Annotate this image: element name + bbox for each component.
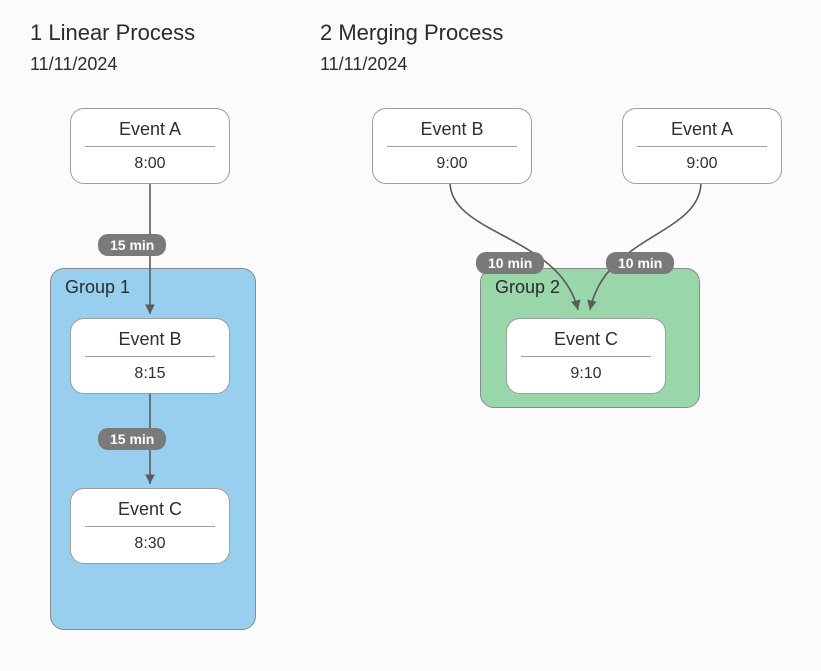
- edge-label-left-ab: 15 min: [98, 234, 166, 256]
- right-date: 11/11/2024: [320, 54, 407, 75]
- left-node-a-name: Event A: [81, 115, 219, 146]
- right-title: 2 Merging Process: [320, 20, 503, 46]
- right-node-c-time: 9:10: [517, 357, 655, 385]
- edge-label-right-bc: 10 min: [476, 252, 544, 274]
- left-title: 1 Linear Process: [30, 20, 195, 46]
- right-node-a: Event A 9:00: [622, 108, 782, 184]
- left-node-b-time: 8:15: [81, 357, 219, 385]
- left-node-c-time: 8:30: [81, 527, 219, 555]
- right-node-a-time: 9:00: [633, 147, 771, 175]
- right-node-a-name: Event A: [633, 115, 771, 146]
- left-node-a: Event A 8:00: [70, 108, 230, 184]
- left-node-b-name: Event B: [81, 325, 219, 356]
- left-node-a-time: 8:00: [81, 147, 219, 175]
- right-node-b: Event B 9:00: [372, 108, 532, 184]
- right-node-b-name: Event B: [383, 115, 521, 146]
- edge-label-left-bc: 15 min: [98, 428, 166, 450]
- group-2-label: Group 2: [495, 277, 560, 298]
- left-date: 11/11/2024: [30, 54, 117, 75]
- group-1-label: Group 1: [65, 277, 130, 298]
- right-node-c: Event C 9:10: [506, 318, 666, 394]
- right-node-c-name: Event C: [517, 325, 655, 356]
- left-node-c: Event C 8:30: [70, 488, 230, 564]
- left-node-b: Event B 8:15: [70, 318, 230, 394]
- edge-label-right-ac: 10 min: [606, 252, 674, 274]
- left-node-c-name: Event C: [81, 495, 219, 526]
- right-node-b-time: 9:00: [383, 147, 521, 175]
